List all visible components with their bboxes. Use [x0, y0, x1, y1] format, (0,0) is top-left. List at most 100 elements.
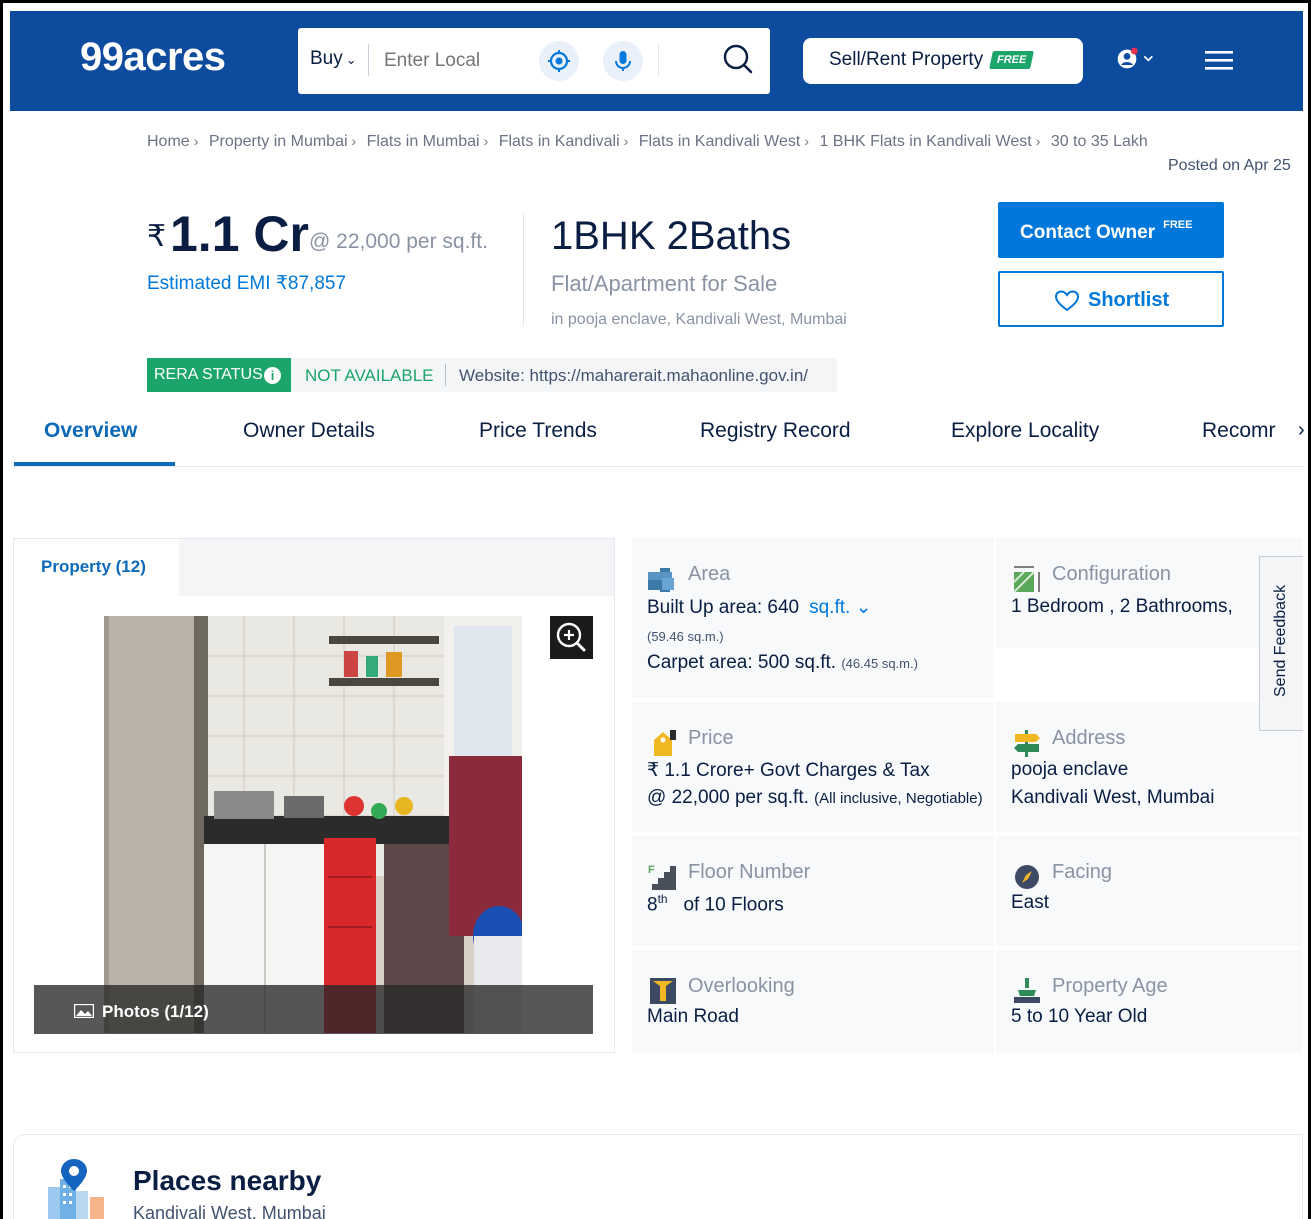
rupee-symbol: ₹: [147, 220, 167, 253]
total-floors: of 10 Floors: [683, 894, 784, 916]
places-nearby-section: Places nearby Kandivali West, Mumbai: [13, 1134, 1303, 1219]
listing-type: Flat/Apartment for Sale: [551, 271, 778, 296]
rera-status-badge: RERA STATUS i: [147, 358, 291, 392]
locality-search-input[interactable]: [384, 44, 524, 78]
microphone-icon: [615, 51, 631, 71]
price-title: Price: [688, 727, 734, 749]
floor-suffix: th: [657, 892, 668, 906]
building-age-icon: [1014, 978, 1040, 1003]
contact-free-tag: FREE: [1163, 219, 1193, 231]
price-per-sqft: @ 22,000 per sq.ft.: [309, 230, 488, 253]
buy-label: Buy: [310, 48, 343, 69]
area-icon: [648, 568, 674, 592]
listing-price: 1.1 Cr: [170, 206, 309, 262]
kitchen-photo-illustration: [104, 616, 522, 1033]
rera-status-label: RERA STATUS: [154, 366, 263, 383]
tab-price-trends[interactable]: Price Trends: [479, 419, 597, 443]
chevron-down-icon: ⌄: [345, 52, 357, 67]
photo-gallery: Property (12) Photos (1/12): [13, 538, 615, 1053]
tab-owner-details[interactable]: Owner Details: [243, 419, 375, 443]
area-unit-dropdown[interactable]: sq.ft. ⌄: [809, 597, 871, 618]
hamburger-menu-icon[interactable]: [1205, 49, 1235, 73]
search-divider-2: [658, 44, 659, 76]
breadcrumb-item[interactable]: Home: [147, 133, 190, 150]
active-tab-indicator: [14, 462, 175, 466]
area-unit-label: sq.ft.: [809, 597, 851, 618]
carpet-area: Carpet area: 500 sq.ft. (46.45 sq.m.): [647, 652, 918, 674]
sell-rent-property-button[interactable]: Sell/Rent Property FREE: [803, 38, 1083, 84]
breadcrumb-arrow-icon: ›: [804, 133, 809, 149]
posted-date: Posted on Apr 25: [1168, 157, 1291, 174]
built-up-area-sqm: (59.46 sq.m.): [647, 629, 724, 644]
carpet-area-sqm: (46.45 sq.m.): [841, 656, 918, 671]
compass-icon: [1015, 865, 1039, 889]
estimated-emi-link[interactable]: Estimated EMI ₹87,857: [147, 272, 346, 295]
tab-registry-record[interactable]: Registry Record: [700, 419, 851, 443]
user-account-icon[interactable]: [1115, 39, 1155, 79]
facing-title: Facing: [1052, 861, 1113, 883]
price-note: (All inclusive, Negotiable): [814, 790, 983, 807]
detect-location-button[interactable]: [539, 41, 579, 81]
breadcrumb: Home › Property in Mumbai › Flats in Mumba…: [147, 133, 1152, 151]
floor-number: 8: [647, 894, 658, 916]
rera-status-row: RERA STATUS i NOT AVAILABLE Website: htt…: [147, 358, 837, 392]
property-photo[interactable]: [104, 616, 522, 1033]
overlooking-title: Overlooking: [688, 975, 795, 997]
city-location-icon: [48, 1159, 104, 1219]
detail-facing: Facing East: [996, 836, 1302, 946]
listing-title: 1BHK 2Baths: [551, 214, 792, 258]
heart-icon: [1054, 290, 1080, 312]
listing-locality: in pooja enclave, Kandivali West, Mumbai: [551, 311, 847, 328]
breadcrumb-item[interactable]: Flats in Kandivali West: [639, 133, 801, 150]
send-feedback-label: Send Feedback: [1272, 584, 1289, 697]
configuration-title: Configuration: [1052, 563, 1171, 585]
image-icon: [74, 1004, 94, 1018]
property-age-title: Property Age: [1052, 975, 1168, 997]
rera-website-link[interactable]: Website: https://maharerait.mahaonline.g…: [459, 366, 808, 386]
floor-stairs-icon: F: [648, 864, 676, 890]
places-nearby-subtitle: Kandivali West, Mumbai: [133, 1203, 326, 1219]
info-icon[interactable]: i: [264, 367, 281, 384]
configuration-value: 1 Bedroom , 2 Bathrooms,: [1011, 596, 1233, 617]
search-icon[interactable]: [718, 40, 758, 80]
detail-configuration: Configuration 1 Bedroom , 2 Bathrooms,: [996, 538, 1302, 648]
breadcrumb-arrow-icon: ›: [193, 133, 199, 149]
facing-value: East: [1011, 892, 1050, 913]
property-age-value: 5 to 10 Year Old: [1011, 1006, 1148, 1027]
tab-overview[interactable]: Overview: [44, 419, 137, 443]
price-tag-icon: [654, 730, 676, 756]
floor-value: 8th of 10 Floors: [647, 892, 784, 916]
property-details-grid: Area Built Up area: 640 sq.ft. ⌄ (59.46 s…: [632, 538, 1302, 1053]
breadcrumb-arrow-icon: ›: [1035, 133, 1041, 149]
floor-title: Floor Number: [688, 861, 811, 883]
breadcrumb-item[interactable]: 1 BHK Flats in Kandivali West: [819, 133, 1031, 150]
tab-recommendations[interactable]: Recomr: [1202, 419, 1276, 443]
signpost-icon: [1014, 730, 1040, 757]
breadcrumb-item[interactable]: Flats in Mumbai: [367, 133, 480, 150]
price-value: ₹ 1.1 Crore+ Govt Charges & Tax: [647, 760, 930, 781]
send-feedback-button[interactable]: Send Feedback: [1259, 556, 1303, 731]
address-line-2: Kandivali West, Mumbai: [1011, 787, 1215, 809]
breadcrumb-item-current: 30 to 35 Lakh: [1050, 133, 1148, 150]
photos-count: Photos (1/12): [102, 1002, 209, 1021]
breadcrumb-arrow-icon: ›: [483, 133, 489, 149]
chevron-down-icon: ⌄: [855, 597, 872, 618]
site-logo[interactable]: 99acres: [80, 35, 226, 80]
voice-search-button[interactable]: [603, 41, 643, 81]
buy-dropdown[interactable]: Buy ⌄: [310, 48, 357, 70]
breadcrumb-item[interactable]: Flats in Kandivali: [499, 133, 620, 150]
area-title: Area: [688, 563, 731, 585]
zoom-photo-button[interactable]: [550, 616, 593, 659]
window-icon: [650, 978, 676, 1004]
contact-owner-button[interactable]: Contact Owner FREE: [998, 202, 1224, 258]
search-divider: [368, 44, 369, 76]
breadcrumb-arrow-icon: ›: [623, 133, 629, 149]
tab-scroll-right-icon[interactable]: ›: [1298, 419, 1305, 442]
tab-explore-locality[interactable]: Explore Locality: [951, 419, 1099, 443]
photo-caption-bar[interactable]: Photos (1/12): [34, 985, 593, 1034]
shortlist-button[interactable]: Shortlist: [998, 271, 1224, 327]
detail-area: Area Built Up area: 640 sq.ft. ⌄ (59.46 s…: [632, 538, 994, 698]
breadcrumb-item[interactable]: Property in Mumbai: [209, 133, 348, 150]
gallery-tab-property[interactable]: Property (12): [14, 539, 179, 596]
detail-property-age: Property Age 5 to 10 Year Old: [996, 950, 1302, 1053]
